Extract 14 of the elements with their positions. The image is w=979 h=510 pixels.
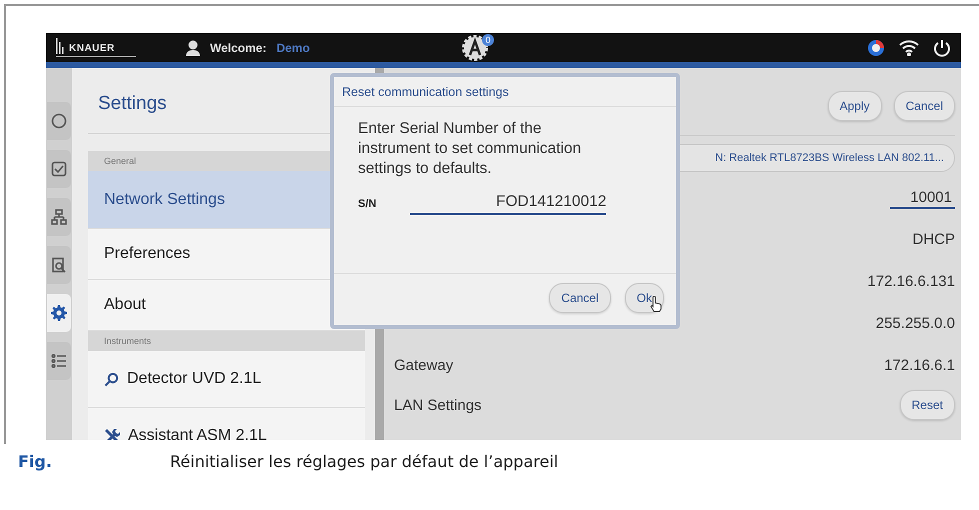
user-name: Demo: [276, 40, 310, 54]
row-value: 172.16.6.1: [884, 356, 955, 374]
figure-label: Fig.: [18, 452, 53, 471]
notification-badge: 0: [482, 34, 494, 46]
row-value: 172.16.6.131: [867, 272, 955, 290]
row-label: LAN Settings: [394, 396, 482, 414]
dialog-title: Reset communication settings: [334, 77, 676, 107]
section-header: Instruments: [88, 331, 365, 351]
welcome-label: Welcome:: [210, 40, 266, 54]
row-label: Gateway: [394, 356, 454, 374]
row-value: 255.255.0.0: [876, 314, 955, 332]
logo: KNAUER: [56, 38, 136, 57]
row-value: DHCP: [912, 230, 955, 248]
figure-caption: Réinitialiser les réglages par défaut de l’appareil: [170, 452, 558, 471]
